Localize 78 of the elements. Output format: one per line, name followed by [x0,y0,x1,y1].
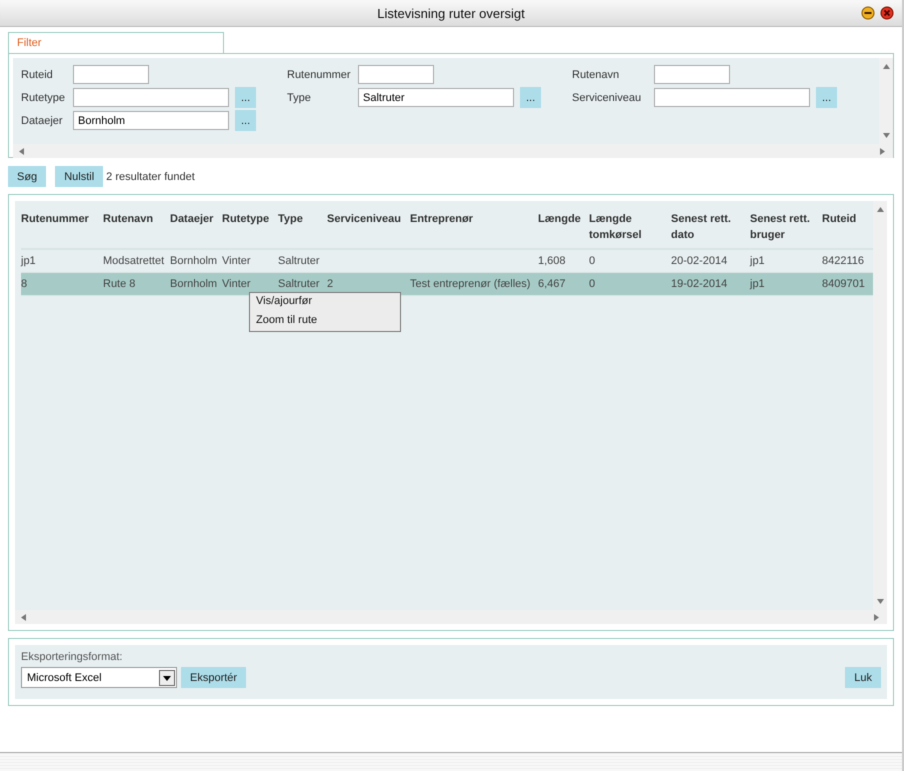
lookup-button[interactable]: ... [816,87,838,108]
scrollbar[interactable] [873,201,887,610]
result-count: 2 resultater fundet [106,170,195,182]
lookup-button[interactable]: ... [235,87,256,108]
field-label: Rutenummer [287,68,352,80]
field-label: Rutetype [21,92,66,104]
menu-item[interactable]: Zoom til rute [250,312,400,331]
table-cell: 2 [327,278,334,290]
table-cell: Rute 8 [103,278,136,290]
input-field[interactable] [358,65,434,84]
column-header[interactable]: Type [278,211,327,248]
input-field[interactable] [654,88,810,107]
lookup-button[interactable]: ... [235,110,256,131]
table-cell: Bornholm [170,278,218,290]
table-cell: 8 [21,278,28,290]
window-title: Listevisning ruter oversigt [377,6,525,20]
table-cell: Modsatrettet [103,255,164,267]
column-header[interactable]: Længde tomkørsel [589,211,671,248]
column-header[interactable]: Entreprenør [410,211,538,248]
column-header[interactable]: Dataejer [170,211,222,248]
table-cell: Vinter [222,278,251,290]
up-arrow-icon[interactable] [876,207,884,212]
column-header[interactable]: Senest rett. dato [671,211,750,248]
right-arrow-icon[interactable] [880,148,885,154]
minimize-button[interactable] [861,6,875,20]
export-button[interactable]: Eksportér [181,667,246,688]
table-cell: 0 [589,278,596,290]
menu-item[interactable]: Vis/ajourfør [250,293,400,312]
left-arrow-icon[interactable] [21,614,26,620]
up-arrow-icon[interactable] [882,64,890,69]
table-cell: jp1 [21,255,36,267]
table-cell: 0 [589,255,596,267]
scrollbar[interactable] [15,610,887,624]
lookup-button[interactable]: ... [520,87,542,108]
table-cell: Bornholm [170,255,218,267]
scrollbar[interactable] [879,58,893,144]
search-button[interactable]: Søg [8,166,46,187]
input-field[interactable]: Bornholm [73,111,229,130]
column-header[interactable]: Senest rett. bruger [750,211,822,248]
column-header[interactable]: Ruteid [822,211,870,248]
field-label: Type [287,92,312,104]
input-field[interactable] [73,88,229,107]
table-row[interactable]: 8 Rute 8 Bornholm Vinter Saltruter 2 Test entreprenør (fælles) 6,467 0 19-02-2014 jp1 8409701 [21,273,873,296]
table-cell: jp1 [750,278,765,290]
table-cell: 8409701 [822,278,865,290]
close-button[interactable]: Luk [845,667,881,688]
field-label: Dataejer [21,114,64,126]
reset-button[interactable]: Nulstil [55,166,104,187]
table-cell: Saltruter [278,278,320,290]
format-dropdown[interactable]: Microsoft Excel [21,667,177,688]
table-cell: 1,608 [538,255,566,267]
column-header[interactable]: Rutenummer [21,211,103,248]
right-arrow-icon[interactable] [874,614,879,620]
table-cell: Vinter [222,255,251,267]
table-cell: 19-02-2014 [671,278,728,290]
table-cell: Saltruter [278,255,320,267]
table-cell: jp1 [750,255,765,267]
input-field[interactable] [654,65,730,84]
down-arrow-icon[interactable] [882,133,890,138]
column-header[interactable]: Længde [538,211,589,248]
close-button[interactable] [880,6,894,20]
table-cell: Test entreprenør (fælles) [410,278,530,290]
table-cell: 6,467 [538,278,566,290]
table-cell: 8422116 [822,255,864,267]
field-label: Ruteid [21,68,54,80]
input-field[interactable] [73,65,149,84]
column-header[interactable]: Rutenavn [103,211,170,248]
filter-tab[interactable]: Filter [8,32,224,53]
field-label: Rutenavn [572,68,620,80]
input-field[interactable]: Saltruter [358,88,514,107]
left-arrow-icon[interactable] [19,148,24,154]
field-label: Serviceniveau [572,92,642,104]
export-label: Eksporteringsformat: [21,651,124,663]
column-header[interactable]: Rutetype [222,211,278,248]
down-arrow-icon[interactable] [876,599,884,604]
scrollbar[interactable] [13,144,893,158]
column-header[interactable]: Serviceniveau [327,211,410,248]
table-cell: 20-02-2014 [671,255,728,267]
